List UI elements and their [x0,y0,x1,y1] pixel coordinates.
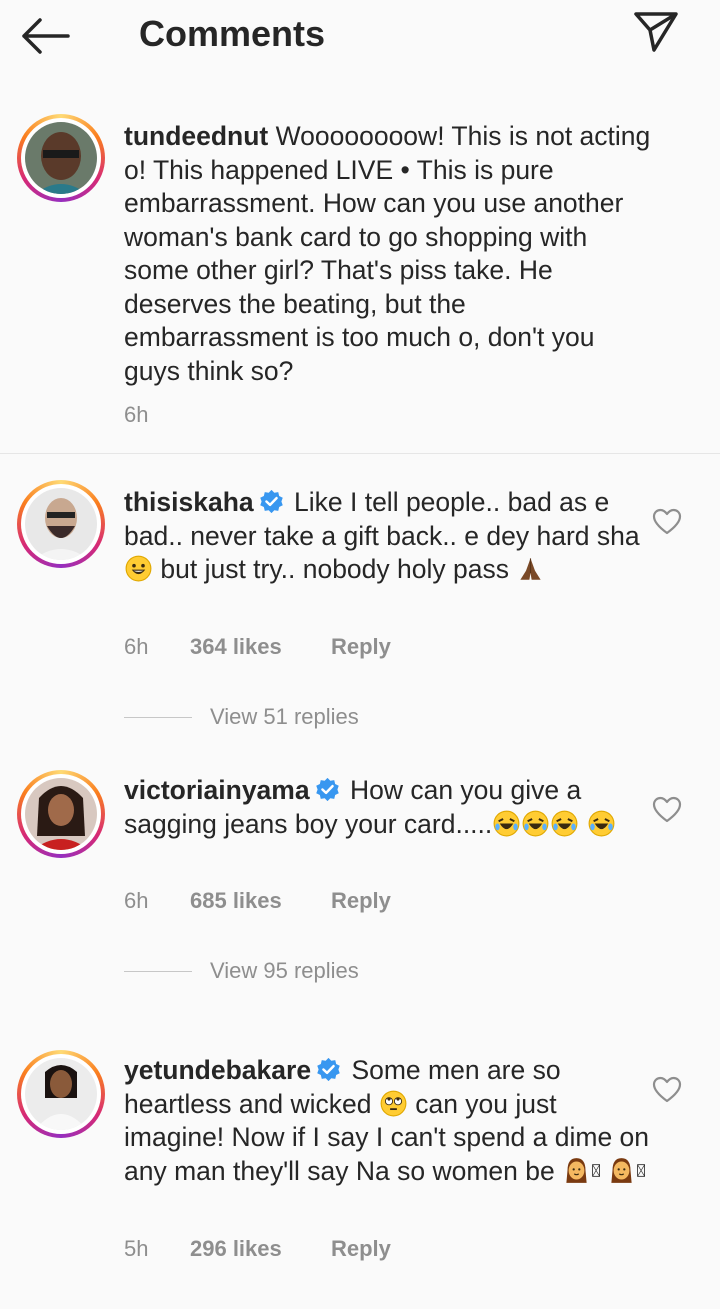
comment-body-cont: but just try.. nobody holy pass [153,554,509,584]
comment-time: 6h [124,634,149,659]
woman-emoji-icon [566,1157,587,1183]
rolling-laughing-emoji-icon [493,810,520,836]
rolling-laughing-emoji-icon [522,810,549,836]
reply-button[interactable]: Reply [331,1234,391,1264]
likes-count[interactable]: 364 likes [190,632,331,662]
avatar-image [25,488,97,560]
share-button[interactable] [632,10,688,58]
caption-text: tundeednut Woooooooow! This is not actin… [124,120,654,388]
like-button[interactable] [652,508,682,536]
verified-badge-icon [259,489,283,514]
divider-line [124,970,192,972]
arrow-left-icon [22,18,70,54]
rolling-laughing-emoji-icon [588,810,615,836]
heart-icon [652,1076,682,1103]
caption-body: Woooooooow! This is not acting o! This h… [124,121,651,386]
caption-meta: 6h [124,400,190,430]
comment-text: thisiskaha Like I tell people.. bad as e… [124,486,654,587]
folded-hands-emoji-icon [520,558,541,580]
comment-meta: 5h 296 likes Reply [124,1234,391,1264]
comment-username[interactable]: victoriainyama [124,775,310,805]
page-title: Comments [139,13,326,54]
caption-username[interactable]: tundeednut [124,121,268,151]
comment-time: 6h [124,888,149,913]
avatar[interactable] [17,480,105,568]
comment-meta: 6h 685 likes Reply [124,886,391,916]
avatar-image [25,1058,97,1130]
comment-time: 5h [124,1236,149,1261]
eye-roll-emoji-icon [380,1090,407,1116]
missing-glyph-box-icon [637,1163,646,1177]
comment-username[interactable]: yetundebakare [124,1055,311,1085]
comment-text: victoriainyama How can you give a saggin… [124,774,654,841]
verified-badge-icon [315,777,339,802]
heart-icon [652,508,682,535]
likes-count[interactable]: 685 likes [190,886,331,916]
comment-text: yetundebakare Some men are so heartless … [124,1054,654,1188]
avatar-image [25,122,97,194]
comment-username[interactable]: thisiskaha [124,487,254,517]
caption-section: tundeednut Woooooooow! This is not actin… [0,96,720,454]
woman-emoji-icon [611,1157,632,1183]
caption-time: 6h [124,402,149,427]
view-replies-label: View 51 replies [210,704,359,729]
comment-meta: 6h 364 likes Reply [124,632,391,662]
verified-badge-icon [317,1057,340,1082]
like-button[interactable] [652,1076,682,1104]
heart-icon [652,796,682,823]
avatar[interactable] [17,114,105,202]
smiling-face-emoji-icon [125,555,152,582]
back-button[interactable] [20,12,76,60]
like-button[interactable] [652,796,682,824]
avatar[interactable] [17,1050,105,1138]
view-replies-button[interactable]: View 51 replies [124,702,359,732]
header-bar: Comments [0,0,720,72]
reply-button[interactable]: Reply [331,632,391,662]
missing-glyph-box-icon [592,1163,601,1177]
avatar[interactable] [17,770,105,858]
divider-line [124,716,192,718]
avatar-image [25,778,97,850]
view-replies-label: View 95 replies [210,958,359,983]
paper-plane-icon [634,12,678,52]
likes-count[interactable]: 296 likes [190,1234,331,1264]
reply-button[interactable]: Reply [331,886,391,916]
rolling-laughing-emoji-icon [551,810,578,836]
view-replies-button[interactable]: View 95 replies [124,956,359,986]
